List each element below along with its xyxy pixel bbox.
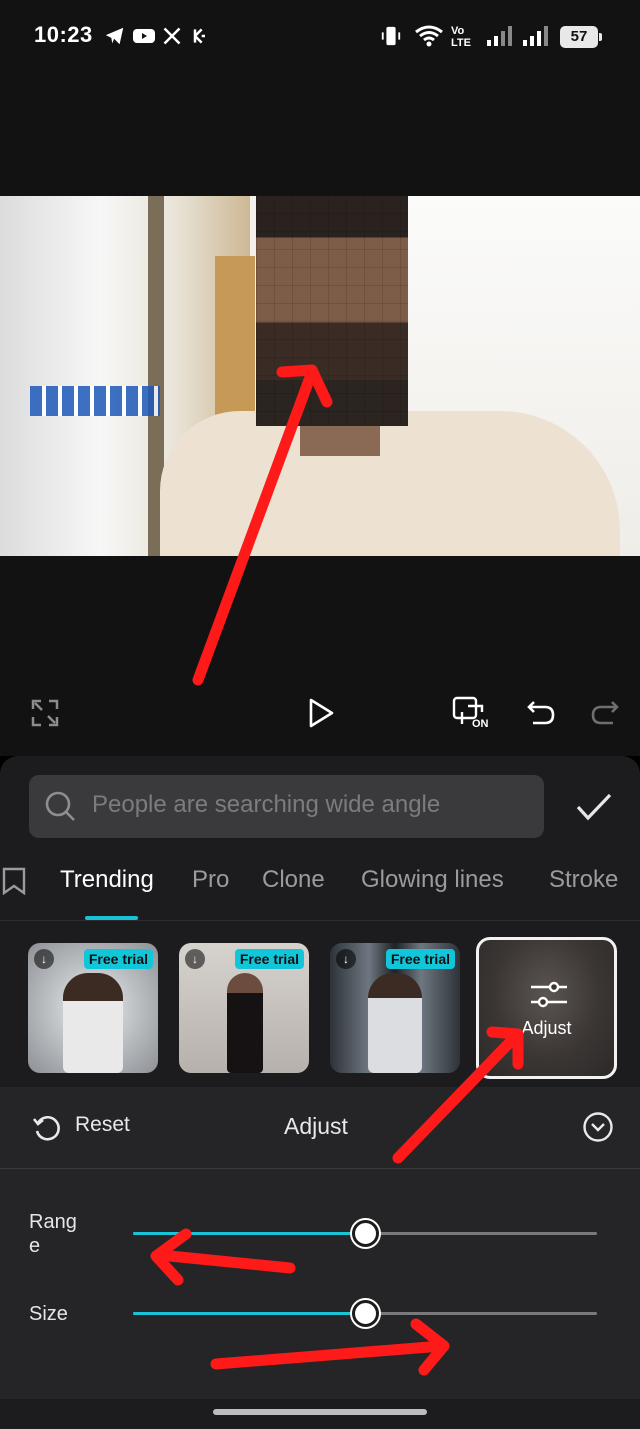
tab-clone[interactable]: Clone bbox=[262, 866, 325, 894]
effect-thumbnail[interactable]: ↓ Free trial bbox=[330, 943, 460, 1073]
signal-icon bbox=[487, 26, 512, 46]
free-trial-badge: Free trial bbox=[234, 949, 304, 969]
tabs-divider bbox=[0, 920, 640, 921]
x-icon bbox=[163, 27, 181, 45]
tab-stroke[interactable]: Stroke bbox=[549, 866, 618, 894]
range-slider-label: Rang e bbox=[29, 1210, 77, 1258]
telegram-icon bbox=[105, 27, 124, 45]
range-slider-fill bbox=[133, 1232, 365, 1235]
download-icon: ↓ bbox=[185, 949, 205, 969]
fullscreen-icon[interactable] bbox=[30, 698, 60, 728]
home-indicator[interactable] bbox=[213, 1409, 427, 1415]
video-preview[interactable] bbox=[0, 196, 640, 556]
effect-thumbnail[interactable]: ↓ Free trial bbox=[179, 943, 309, 1073]
reset-icon[interactable] bbox=[32, 1113, 62, 1143]
thumbnail-figure bbox=[63, 973, 123, 1073]
vibrate-icon bbox=[381, 26, 401, 46]
collapse-chevron-icon[interactable] bbox=[582, 1111, 614, 1143]
reset-button[interactable]: Reset bbox=[75, 1113, 130, 1137]
status-time: 10:23 bbox=[34, 22, 93, 47]
sliders-icon bbox=[531, 981, 567, 1008]
size-slider-label: Size bbox=[29, 1303, 68, 1325]
signal-icon bbox=[523, 26, 548, 46]
download-icon: ↓ bbox=[336, 949, 356, 969]
range-slider-handle[interactable] bbox=[352, 1220, 379, 1247]
undo-icon[interactable] bbox=[526, 698, 556, 728]
tab-glowing-lines[interactable]: Glowing lines bbox=[361, 866, 504, 894]
battery-indicator: 57 bbox=[560, 26, 602, 48]
tab-pro[interactable]: Pro bbox=[192, 866, 229, 894]
effect-thumbnail[interactable]: ↓ Free trial bbox=[28, 943, 158, 1073]
adjust-panel-title: Adjust bbox=[284, 1113, 348, 1139]
range-slider[interactable] bbox=[133, 1220, 597, 1247]
tab-trending[interactable]: Trending bbox=[60, 866, 154, 894]
search-placeholder: People are searching wide angle bbox=[92, 791, 441, 818]
size-slider-handle[interactable] bbox=[352, 1300, 379, 1327]
kucoin-icon bbox=[193, 28, 205, 44]
compare-badge: ON bbox=[472, 718, 489, 730]
confirm-check-icon[interactable] bbox=[575, 791, 613, 823]
size-slider-fill bbox=[133, 1312, 365, 1315]
search-icon bbox=[45, 791, 75, 821]
adjust-effect-thumbnail[interactable]: Adjust bbox=[476, 937, 617, 1079]
range-label-line1: Rang bbox=[29, 1211, 77, 1233]
preview-top-padding bbox=[0, 72, 640, 196]
preview-person-shirt bbox=[160, 411, 620, 556]
wifi-icon bbox=[415, 25, 443, 47]
preview-sign bbox=[30, 386, 160, 416]
thumbnail-figure bbox=[368, 973, 422, 1073]
free-trial-badge: Free trial bbox=[385, 949, 455, 969]
size-slider[interactable] bbox=[133, 1300, 597, 1327]
adjust-effect-label: Adjust bbox=[521, 1018, 572, 1038]
play-icon[interactable] bbox=[306, 697, 336, 729]
download-icon: ↓ bbox=[34, 949, 54, 969]
youtube-icon bbox=[133, 29, 155, 43]
slider-area bbox=[0, 1169, 640, 1399]
redo-icon[interactable] bbox=[590, 698, 620, 728]
bookmark-icon[interactable] bbox=[2, 867, 26, 895]
status-bar: 10:23 Vo LTE 57 bbox=[0, 0, 640, 72]
network-label: Vo LTE bbox=[451, 25, 471, 49]
range-label-line2: e bbox=[29, 1235, 41, 1257]
free-trial-badge: Free trial bbox=[83, 949, 153, 969]
pixelation-overlay bbox=[256, 196, 408, 426]
thumbnail-figure bbox=[227, 973, 263, 1073]
